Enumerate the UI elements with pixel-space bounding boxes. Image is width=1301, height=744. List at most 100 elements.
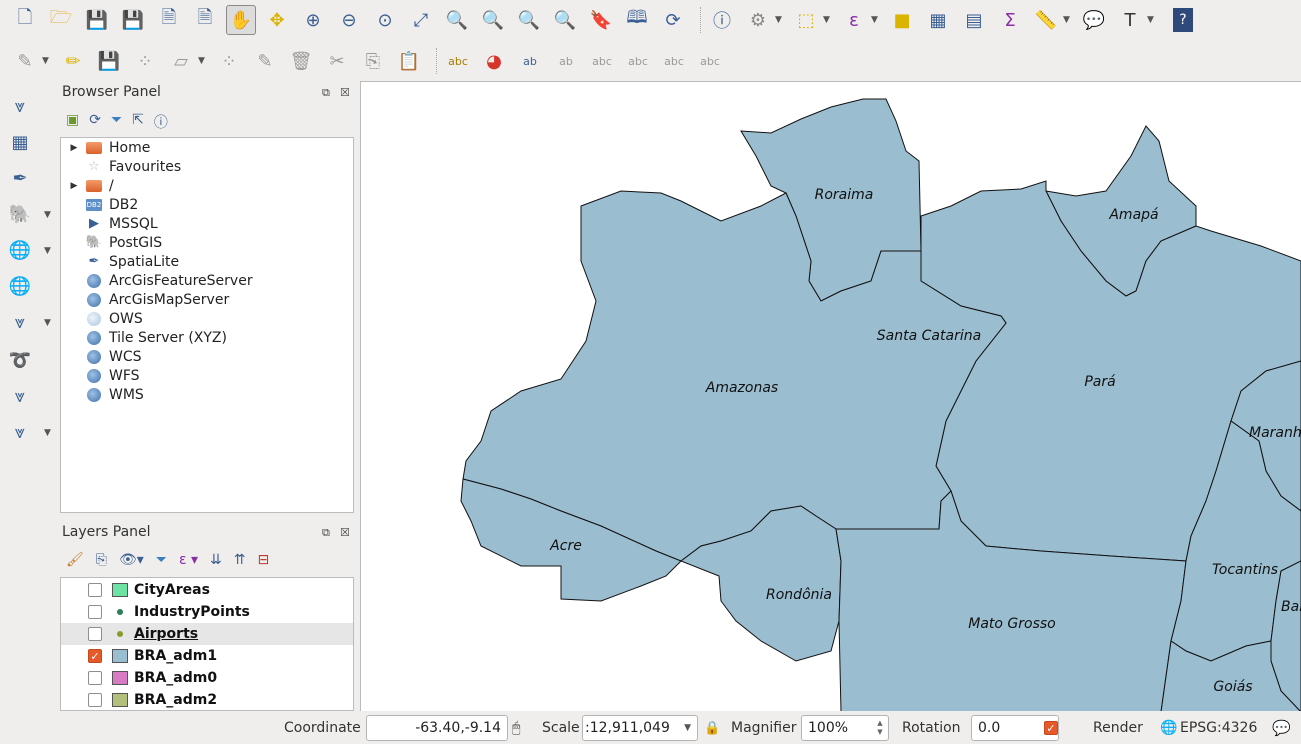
refresh-icon[interactable]: ⟳ [658,5,688,35]
map-tips-icon[interactable]: 💬 [1079,5,1109,35]
open-project-icon[interactable]: 🗁 [46,5,76,35]
collapse-all-icon[interactable]: ⇱ [132,112,144,132]
statistics-icon[interactable]: ▤ [959,5,989,35]
add-vector-layer-icon[interactable]: ⩔ [6,92,34,120]
chevron-down-icon[interactable]: ▼ [823,15,833,25]
layer-visibility-checkbox[interactable] [88,693,102,707]
add-virtual-layer-icon[interactable]: ⩔ [6,382,34,410]
browser-item-db2[interactable]: DB2 DB2 [61,195,138,214]
paste-features-icon[interactable]: 📋 [394,46,424,76]
info-icon[interactable]: ⓘ [154,112,168,132]
add-postgis-layer-icon[interactable]: 🐘 [6,200,34,228]
sum-icon[interactable]: Σ [995,5,1025,35]
layer-visibility-checkbox[interactable]: ✓ [88,649,102,663]
save-project-icon[interactable]: 💾 [82,5,112,35]
render-checkbox[interactable]: ✓ [1044,721,1058,735]
add-selected-layer-icon[interactable]: ▣ [66,112,79,132]
chevron-down-icon[interactable]: ▼ [42,56,52,66]
move-label-icon[interactable]: abc [623,46,653,76]
browser-item-favourites[interactable]: ☆ Favourites [61,157,181,176]
pan-map-icon[interactable]: ✋ [226,5,256,35]
rotate-label-icon[interactable]: abc [659,46,689,76]
select-features-icon[interactable]: ⬚ [791,5,821,35]
filter-icon[interactable]: ⏷ [156,552,167,568]
chevron-down-icon[interactable]: ▼ [198,56,208,66]
pan-to-selection-icon[interactable]: ✥ [262,5,292,35]
select-by-expression-icon[interactable]: ε [839,5,869,35]
chevron-down-icon[interactable]: ▼ [44,210,51,220]
new-shapefile-icon[interactable]: ⩔ [6,418,34,446]
modify-attributes-icon[interactable]: ✎ [250,46,280,76]
style-manager-icon[interactable]: 🖌 [66,552,84,568]
zoom-to-layer-icon[interactable]: 🔍 [478,5,508,35]
chevron-down-icon[interactable]: ▼ [1147,15,1157,25]
attribute-table-icon[interactable]: ▦ [923,5,953,35]
browser-item-wms[interactable]: WMS [61,385,144,404]
filter-icon[interactable]: ⏷ [111,112,122,132]
new-print-layout-icon[interactable]: 🗎 [154,5,184,35]
zoom-last-icon[interactable]: 🔍 [514,5,544,35]
browser-item-arcgismapserver[interactable]: ArcGisMapServer [61,290,229,309]
layer-diagram-icon[interactable]: ◕ [479,46,509,76]
zoom-native-icon[interactable]: ⊙ [370,5,400,35]
chevron-down-icon[interactable]: ▼ [871,15,881,25]
layer-visibility-checkbox[interactable] [88,583,102,597]
layer-row-bra-adm0[interactable]: BRA_adm0 [61,667,353,689]
filter-expression-icon[interactable]: ε ▾ [179,552,198,568]
browser-item-wfs[interactable]: WFS [61,366,140,385]
chevron-down-icon[interactable]: ▼ [684,723,695,733]
map-canvas[interactable]: Roraima Amapá Santa Catarina Amazonas Pa… [360,81,1301,711]
layer-row-industrypoints[interactable]: IndustryPoints [61,601,353,623]
zoom-full-icon[interactable]: ⤢ [406,5,436,35]
browser-item-tile-server[interactable]: Tile Server (XYZ) [61,328,227,347]
layer-labeling-icon[interactable]: abc [443,46,473,76]
spin-arrows-icon[interactable]: ▲▼ [874,719,886,737]
zoom-in-icon[interactable]: ⊕ [298,5,328,35]
toggle-editing-icon[interactable]: ✏ [58,46,88,76]
deselect-all-icon[interactable]: ■ [887,5,917,35]
messages-icon[interactable]: 💬 [1272,719,1291,737]
expand-arrow-icon[interactable]: ▶ [67,143,81,153]
remove-layer-icon[interactable]: ⊟ [258,552,270,568]
map-svg[interactable]: Roraima Amapá Santa Catarina Amazonas Pa… [361,82,1301,711]
layer-row-airports[interactable]: Airports [61,623,353,645]
add-group-icon[interactable]: ⎘ [96,552,107,568]
new-project-icon[interactable]: 🗋 [10,5,40,35]
chevron-down-icon[interactable]: ▼ [44,428,51,438]
save-as-icon[interactable]: 💾 [118,5,148,35]
chevron-down-icon[interactable]: ▼ [1063,15,1073,25]
eye-icon[interactable]: 👁▾ [119,552,144,568]
layout-manager-icon[interactable]: 🗎 [190,5,220,35]
chevron-down-icon[interactable]: ▼ [44,246,51,256]
layer-visibility-checkbox[interactable] [88,605,102,619]
browser-item-postgis[interactable]: 🐘 PostGIS [61,233,162,252]
cut-features-icon[interactable]: ✂ [322,46,352,76]
show-hide-labels-icon[interactable]: abc [587,46,617,76]
chevron-down-icon[interactable]: ▼ [775,15,785,25]
current-edits-icon[interactable]: ✎ [10,46,40,76]
browser-item-home[interactable]: ▶ Home [61,138,151,157]
pin-labels-icon[interactable]: ab [551,46,581,76]
browser-item-ows[interactable]: OWS [61,309,143,328]
lock-scale-icon[interactable]: 🔒 [704,721,720,736]
add-raster-layer-icon[interactable]: ▦ [6,128,34,156]
chevron-down-icon[interactable]: ▼ [44,318,51,328]
refresh-icon[interactable]: ⟳ [89,112,101,132]
show-bookmarks-icon[interactable]: 🕮 [622,5,652,35]
vertex-tool-icon[interactable]: ⁘ [214,46,244,76]
scale-combo[interactable]: :12,911,049 ▼ [582,715,698,741]
add-polygon-icon[interactable]: ▱ [166,46,196,76]
browser-item-root[interactable]: ▶ / [61,176,114,195]
magnifier-spinbox[interactable]: 100% ▲ ▼ [801,715,889,741]
crs-globe-icon[interactable]: 🌐 [1160,720,1177,736]
add-wms-layer-icon[interactable]: 🌐 [6,236,34,264]
change-label-icon[interactable]: abc [695,46,725,76]
layer-row-cityareas[interactable]: CityAreas [61,579,353,601]
new-bookmark-icon[interactable]: 🔖 [586,5,616,35]
copy-features-icon[interactable]: ⎘ [358,46,388,76]
add-wcs-layer-icon[interactable]: 🌐 [6,272,34,300]
run-action-icon[interactable]: ⚙ [743,5,773,35]
toggle-extents-icon[interactable]: 🖱 [512,720,520,736]
browser-item-wcs[interactable]: WCS [61,347,142,366]
browser-item-mssql[interactable]: ▶ MSSQL [61,214,158,233]
